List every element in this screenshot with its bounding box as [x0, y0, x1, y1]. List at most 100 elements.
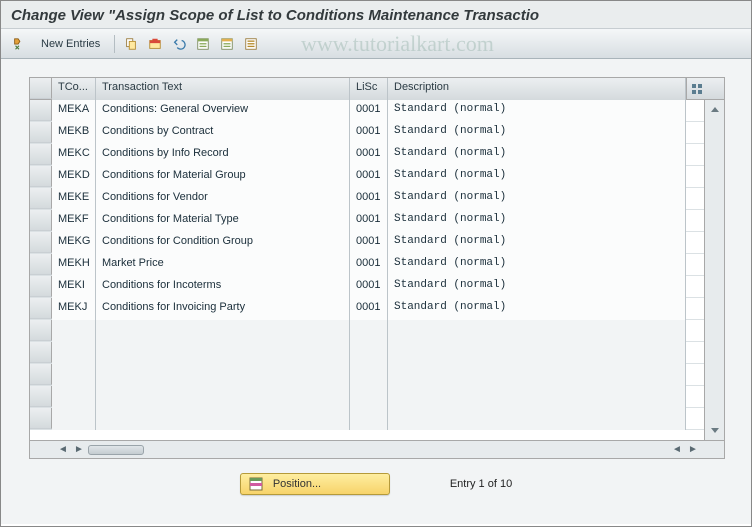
row-handle[interactable]: [30, 210, 52, 231]
cell-tcode[interactable]: MEKJ: [52, 298, 96, 320]
cell-text[interactable]: [96, 342, 350, 364]
cell-tcode[interactable]: MEKE: [52, 188, 96, 210]
table-row[interactable]: MEKDConditions for Material Group0001Sta…: [30, 166, 704, 188]
cell-text[interactable]: Conditions: General Overview: [96, 100, 350, 122]
row-handle[interactable]: [30, 100, 52, 121]
cell-desc[interactable]: Standard (normal): [388, 188, 686, 210]
cell-desc[interactable]: [388, 342, 686, 364]
row-handle[interactable]: [30, 364, 52, 385]
row-handle[interactable]: [30, 342, 52, 363]
cell-text[interactable]: [96, 408, 350, 430]
row-handle[interactable]: [30, 276, 52, 297]
col-header-lisc[interactable]: LiSc: [350, 78, 388, 100]
row-handle[interactable]: [30, 144, 52, 165]
cell-text[interactable]: Conditions by Contract: [96, 122, 350, 144]
table-row[interactable]: [30, 386, 704, 408]
cell-desc[interactable]: Standard (normal): [388, 100, 686, 122]
table-row[interactable]: MEKIConditions for Incoterms0001Standard…: [30, 276, 704, 298]
cell-desc[interactable]: [388, 408, 686, 430]
cell-tcode[interactable]: [52, 386, 96, 408]
table-row[interactable]: MEKGConditions for Condition Group0001St…: [30, 232, 704, 254]
header-handle[interactable]: [30, 78, 52, 99]
cell-desc[interactable]: [388, 364, 686, 386]
cell-text[interactable]: Conditions for Vendor: [96, 188, 350, 210]
delete-icon[interactable]: [145, 34, 165, 54]
cell-desc[interactable]: Standard (normal): [388, 254, 686, 276]
cell-desc[interactable]: Standard (normal): [388, 122, 686, 144]
scroll-up-icon[interactable]: [707, 102, 723, 118]
new-entries-button[interactable]: New Entries: [33, 35, 108, 53]
row-handle[interactable]: [30, 232, 52, 253]
cell-lisc[interactable]: 0001: [350, 276, 388, 298]
cell-desc[interactable]: Standard (normal): [388, 232, 686, 254]
cell-text[interactable]: Conditions for Material Group: [96, 166, 350, 188]
cell-lisc[interactable]: 0001: [350, 254, 388, 276]
table-row[interactable]: MEKFConditions for Material Type0001Stan…: [30, 210, 704, 232]
cell-desc[interactable]: Standard (normal): [388, 298, 686, 320]
row-handle[interactable]: [30, 188, 52, 209]
cell-tcode[interactable]: MEKH: [52, 254, 96, 276]
row-handle[interactable]: [30, 298, 52, 319]
row-handle[interactable]: [30, 320, 52, 341]
table-row[interactable]: [30, 408, 704, 430]
cell-lisc[interactable]: 0001: [350, 298, 388, 320]
cell-text[interactable]: Market Price: [96, 254, 350, 276]
cell-lisc[interactable]: 0001: [350, 144, 388, 166]
scroll-left-end-icon[interactable]: ◄: [670, 443, 684, 457]
cell-tcode[interactable]: MEKI: [52, 276, 96, 298]
cell-lisc[interactable]: 0001: [350, 188, 388, 210]
vertical-scrollbar[interactable]: [704, 100, 724, 440]
cell-tcode[interactable]: [52, 320, 96, 342]
cell-lisc[interactable]: 0001: [350, 122, 388, 144]
table-row[interactable]: MEKBConditions by Contract0001Standard (…: [30, 122, 704, 144]
cell-lisc[interactable]: 0001: [350, 232, 388, 254]
scroll-left-icon[interactable]: ◄: [56, 443, 70, 457]
cell-lisc[interactable]: [350, 386, 388, 408]
cell-tcode[interactable]: [52, 342, 96, 364]
cell-lisc[interactable]: 0001: [350, 166, 388, 188]
copy-icon[interactable]: [121, 34, 141, 54]
col-header-desc[interactable]: Description: [388, 78, 686, 100]
cell-text[interactable]: [96, 364, 350, 386]
table-row[interactable]: MEKEConditions for Vendor0001Standard (n…: [30, 188, 704, 210]
cell-lisc[interactable]: [350, 342, 388, 364]
scroll-thumb[interactable]: [88, 445, 144, 455]
table-row[interactable]: [30, 320, 704, 342]
col-header-tcode[interactable]: TCo...: [52, 78, 96, 100]
other-view-icon[interactable]: [9, 34, 29, 54]
cell-desc[interactable]: Standard (normal): [388, 144, 686, 166]
cell-tcode[interactable]: MEKC: [52, 144, 96, 166]
cell-text[interactable]: [96, 386, 350, 408]
row-handle[interactable]: [30, 254, 52, 275]
cell-lisc[interactable]: [350, 364, 388, 386]
cell-text[interactable]: Conditions for Condition Group: [96, 232, 350, 254]
scroll-down-icon[interactable]: [707, 422, 723, 438]
horizontal-scrollbar[interactable]: ◄ ► ◄ ►: [30, 440, 724, 458]
table-row[interactable]: [30, 342, 704, 364]
cell-text[interactable]: Conditions for Incoterms: [96, 276, 350, 298]
undo-icon[interactable]: [169, 34, 189, 54]
row-handle[interactable]: [30, 386, 52, 407]
cell-desc[interactable]: [388, 320, 686, 342]
cell-desc[interactable]: Standard (normal): [388, 276, 686, 298]
cell-text[interactable]: Conditions for Material Type: [96, 210, 350, 232]
row-handle[interactable]: [30, 122, 52, 143]
cell-text[interactable]: Conditions for Invoicing Party: [96, 298, 350, 320]
table-row[interactable]: MEKAConditions: General Overview0001Stan…: [30, 100, 704, 122]
row-handle[interactable]: [30, 408, 52, 429]
cell-text[interactable]: Conditions by Info Record: [96, 144, 350, 166]
table-row[interactable]: MEKHMarket Price0001Standard (normal): [30, 254, 704, 276]
cell-tcode[interactable]: MEKB: [52, 122, 96, 144]
col-header-text[interactable]: Transaction Text: [96, 78, 350, 100]
cell-tcode[interactable]: MEKG: [52, 232, 96, 254]
cell-lisc[interactable]: 0001: [350, 100, 388, 122]
cell-tcode[interactable]: [52, 364, 96, 386]
scroll-right-icon[interactable]: ►: [72, 443, 86, 457]
table-row[interactable]: MEKJConditions for Invoicing Party0001St…: [30, 298, 704, 320]
row-handle[interactable]: [30, 166, 52, 187]
cell-tcode[interactable]: [52, 408, 96, 430]
cell-lisc[interactable]: [350, 408, 388, 430]
table-row[interactable]: [30, 364, 704, 386]
cell-desc[interactable]: Standard (normal): [388, 166, 686, 188]
cell-tcode[interactable]: MEKF: [52, 210, 96, 232]
